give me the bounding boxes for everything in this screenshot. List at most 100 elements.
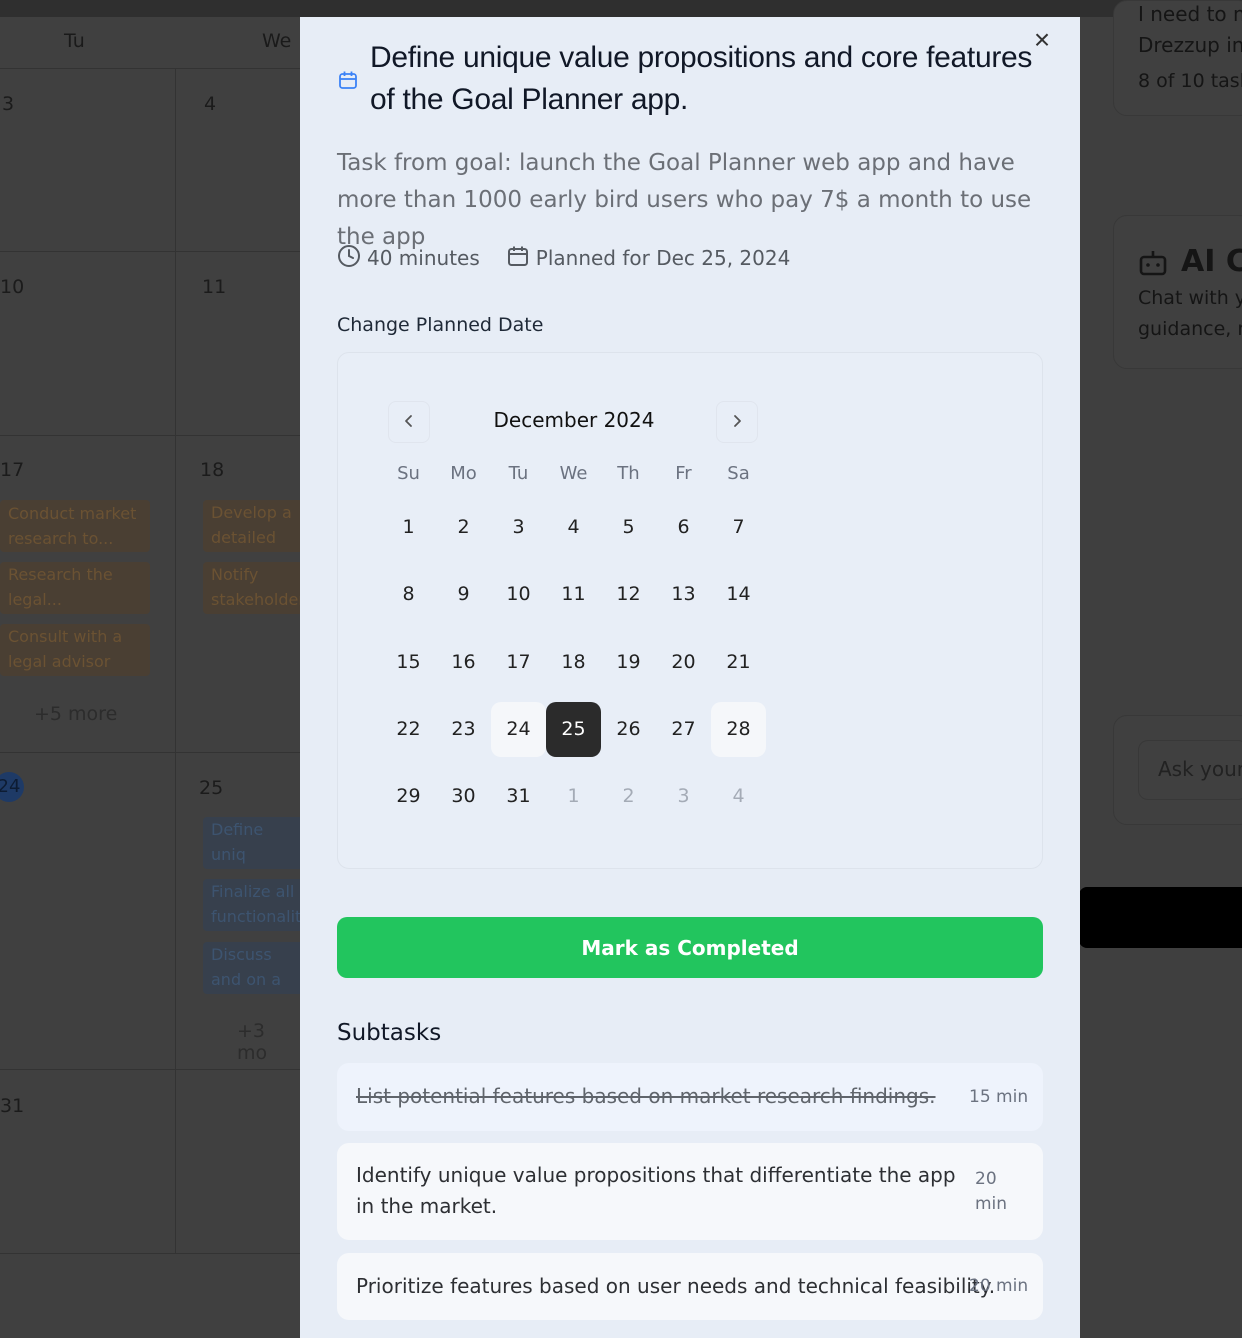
goal-reference: Task from goal: launch the Goal Planner … xyxy=(337,150,1032,250)
calendar-day[interactable]: 10 xyxy=(491,567,546,622)
calendar-day[interactable]: 23 xyxy=(436,702,491,757)
duration-text: 40 minutes xyxy=(367,246,480,270)
calendar-icon xyxy=(338,70,358,90)
weekday-label: Tu xyxy=(508,463,529,484)
subtask-text: Identify unique value propositions that … xyxy=(356,1163,956,1218)
subtask-text: Prioritize features based on user needs … xyxy=(356,1274,996,1298)
calendar-day-selected[interactable]: 25 xyxy=(546,702,601,757)
event-chip[interactable]: Conduct market research to... xyxy=(0,500,150,552)
send-button[interactable] xyxy=(1079,887,1242,948)
calendar-day[interactable]: 4 xyxy=(546,500,601,555)
calendar-day-outside[interactable]: 4 xyxy=(711,769,766,824)
calendar-day[interactable]: 21 xyxy=(711,635,766,690)
task-detail-modal: × Define unique value propositions and c… xyxy=(300,17,1080,1338)
calendar-day-highlighted[interactable]: 24 xyxy=(491,702,546,757)
calendar-day[interactable]: 8 xyxy=(381,567,436,622)
change-date-label: Change Planned Date xyxy=(337,314,544,336)
ai-coach-title: AI C xyxy=(1181,244,1242,279)
ai-coach-desc: Chat with y xyxy=(1138,287,1242,309)
divider xyxy=(0,1253,300,1254)
calendar-day[interactable]: 31 xyxy=(491,769,546,824)
ask-input-placeholder: Ask your xyxy=(1158,757,1242,781)
day-number[interactable]: 11 xyxy=(202,276,226,298)
event-chip[interactable]: Discuss and on a moving... xyxy=(203,942,303,994)
divider xyxy=(0,68,300,69)
day-number[interactable]: 31 xyxy=(0,1095,24,1117)
calendar-day-outside[interactable]: 1 xyxy=(546,769,601,824)
weekday-label: Mo xyxy=(450,463,477,484)
weekday-label: Sa xyxy=(727,463,750,484)
weekday-label: Th xyxy=(617,463,640,484)
divider xyxy=(0,1069,300,1070)
calendar-day[interactable]: 3 xyxy=(491,500,546,555)
subtask-duration: 15 min xyxy=(969,1087,1029,1107)
weekday-label: Su xyxy=(397,463,420,484)
prev-month-button[interactable] xyxy=(388,401,430,443)
subtasks-heading: Subtasks xyxy=(337,1020,442,1046)
calendar-day[interactable]: 17 xyxy=(491,635,546,690)
calendar-day[interactable]: 7 xyxy=(711,500,766,555)
divider xyxy=(0,251,300,252)
calendar-day[interactable]: 18 xyxy=(546,635,601,690)
event-chip[interactable]: Finalize all functionaliti... xyxy=(203,879,303,931)
today-marker[interactable]: 24 xyxy=(0,772,24,802)
event-chip[interactable]: Develop a detailed pro... xyxy=(203,500,303,552)
weekday-header-we: We xyxy=(262,30,292,52)
day-number[interactable]: 10 xyxy=(0,276,24,298)
day-number[interactable]: 18 xyxy=(200,459,224,481)
calendar-day[interactable]: 5 xyxy=(601,500,656,555)
calendar-day[interactable]: 1 xyxy=(381,500,436,555)
calendar-day[interactable]: 15 xyxy=(381,635,436,690)
calendar-day[interactable]: 14 xyxy=(711,567,766,622)
event-chip[interactable]: Research the legal... xyxy=(0,562,150,614)
clock-icon xyxy=(337,244,367,273)
ai-coach-desc: guidance, r xyxy=(1138,318,1242,340)
background-calendar: Tu We 3 4 10 11 17 18 Conduct market res… xyxy=(0,17,303,1338)
chevron-left-icon xyxy=(402,414,416,431)
top-strip xyxy=(0,0,1242,17)
calendar-day-outside[interactable]: 3 xyxy=(656,769,711,824)
calendar-day[interactable]: 20 xyxy=(656,635,711,690)
mark-completed-button[interactable]: Mark as Completed xyxy=(337,917,1043,978)
calendar-day[interactable]: 16 xyxy=(436,635,491,690)
weekday-label: We xyxy=(559,463,588,484)
more-events-link[interactable]: +5 more xyxy=(34,703,117,725)
calendar-day-outside[interactable]: 2 xyxy=(601,769,656,824)
calendar-day[interactable]: 22 xyxy=(381,702,436,757)
bot-icon xyxy=(1138,249,1168,281)
event-chip[interactable]: Define uniq value... xyxy=(203,817,303,869)
subtask-item[interactable]: Identify unique value propositions that … xyxy=(337,1143,1043,1240)
goal-title-line: I need to m xyxy=(1138,2,1242,26)
subtask-item[interactable]: List potential features based on market … xyxy=(337,1063,1043,1131)
chevron-right-icon xyxy=(730,414,744,431)
divider xyxy=(0,752,300,753)
calendar-day[interactable]: 2 xyxy=(436,500,491,555)
date-picker: December 2024 Su Mo Tu We Th Fr Sa 1 2 3… xyxy=(337,352,1043,869)
planned-info: Planned for Dec 25, 2024 xyxy=(506,244,791,273)
weekday-label: Fr xyxy=(675,463,692,484)
calendar-day[interactable]: 27 xyxy=(656,702,711,757)
event-chip[interactable]: Consult with a legal advisor on... xyxy=(0,624,150,676)
calendar-day[interactable]: 26 xyxy=(601,702,656,757)
day-number[interactable]: 3 xyxy=(2,93,14,115)
next-month-button[interactable] xyxy=(716,401,758,443)
day-number[interactable]: 17 xyxy=(0,459,24,481)
calendar-day[interactable]: 6 xyxy=(656,500,711,555)
calendar-day[interactable]: 19 xyxy=(601,635,656,690)
calendar-day[interactable]: 11 xyxy=(546,567,601,622)
calendar-day[interactable]: 13 xyxy=(656,567,711,622)
calendar-day[interactable]: 12 xyxy=(601,567,656,622)
calendar-day[interactable]: 9 xyxy=(436,567,491,622)
day-number[interactable]: 4 xyxy=(204,93,216,115)
weekday-header-tu: Tu xyxy=(64,30,85,52)
divider xyxy=(175,68,176,1253)
day-number[interactable]: 25 xyxy=(199,777,223,799)
calendar-day-highlighted[interactable]: 28 xyxy=(711,702,766,757)
subtask-item[interactable]: Prioritize features based on user needs … xyxy=(337,1253,1043,1320)
calendar-day[interactable]: 29 xyxy=(381,769,436,824)
subtask-text: List potential features based on market … xyxy=(356,1084,936,1108)
planned-date-text: Planned for Dec 25, 2024 xyxy=(535,246,791,270)
calendar-day[interactable]: 30 xyxy=(436,769,491,824)
more-events-link[interactable]: +3 mo xyxy=(237,1020,300,1064)
event-chip[interactable]: Notify stakeholders... xyxy=(203,562,303,614)
